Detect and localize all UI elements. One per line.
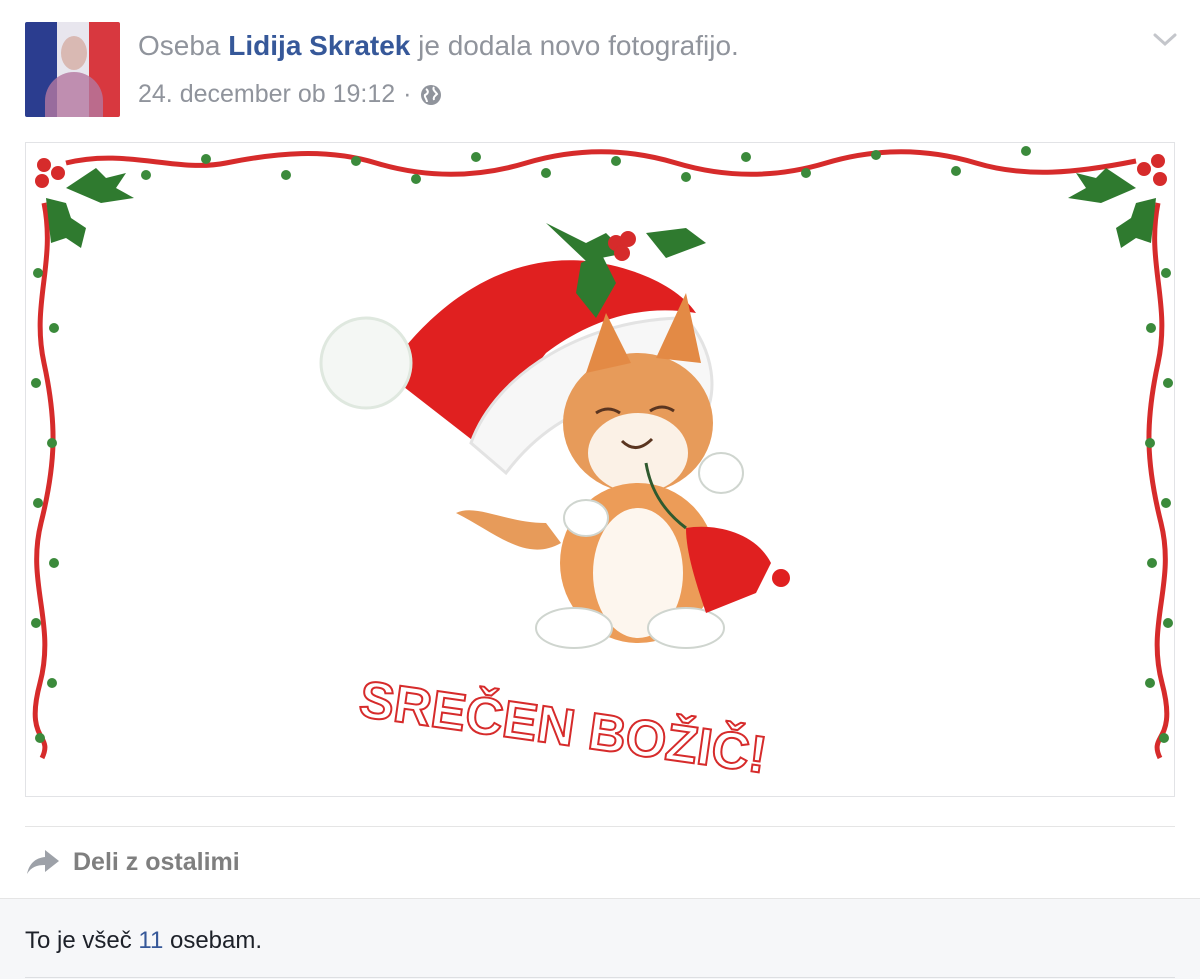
likes-summary: To je všeč 11 osebam. bbox=[25, 927, 262, 955]
meta-separator: · bbox=[403, 80, 412, 108]
actions-divider bbox=[25, 826, 1175, 827]
author-name-link[interactable]: Lidija Skratek bbox=[228, 30, 410, 61]
share-label: Deli z ostalimi bbox=[73, 847, 240, 876]
share-arrow-icon bbox=[27, 850, 59, 874]
garland-top bbox=[65, 149, 1137, 177]
headline-suffix: je dodala novo fotografijo. bbox=[418, 30, 739, 61]
share-button[interactable]: Deli z ostalimi bbox=[25, 842, 240, 882]
likes-suffix: osebam. bbox=[169, 927, 263, 954]
likes-count-link[interactable]: 11 bbox=[138, 927, 163, 954]
photo-greeting: SREČEN BOŽIČ! bbox=[356, 669, 770, 785]
chevron-down-icon[interactable] bbox=[1151, 30, 1179, 50]
post-photo[interactable]: SREČEN BOŽIČ! bbox=[25, 142, 1175, 797]
author-avatar[interactable] bbox=[25, 22, 120, 117]
likes-bar: To je všeč 11 osebam. bbox=[0, 898, 1200, 979]
christmas-card-image: SREČEN BOŽIČ! bbox=[31, 146, 1173, 786]
garland-left bbox=[32, 202, 56, 760]
globe-icon[interactable] bbox=[419, 83, 443, 107]
garland-right bbox=[1146, 202, 1170, 760]
post-headline: Oseba Lidija Skratek je dodala novo foto… bbox=[138, 30, 739, 62]
headline-prefix: Oseba bbox=[138, 30, 221, 61]
avatar-face bbox=[61, 36, 87, 70]
post-timestamp[interactable]: 24. december ob 19:12 bbox=[138, 80, 395, 109]
post-meta: 24. december ob 19:12 · bbox=[138, 80, 443, 109]
holly-top-left bbox=[35, 158, 134, 248]
likes-prefix: To je všeč bbox=[25, 927, 132, 954]
